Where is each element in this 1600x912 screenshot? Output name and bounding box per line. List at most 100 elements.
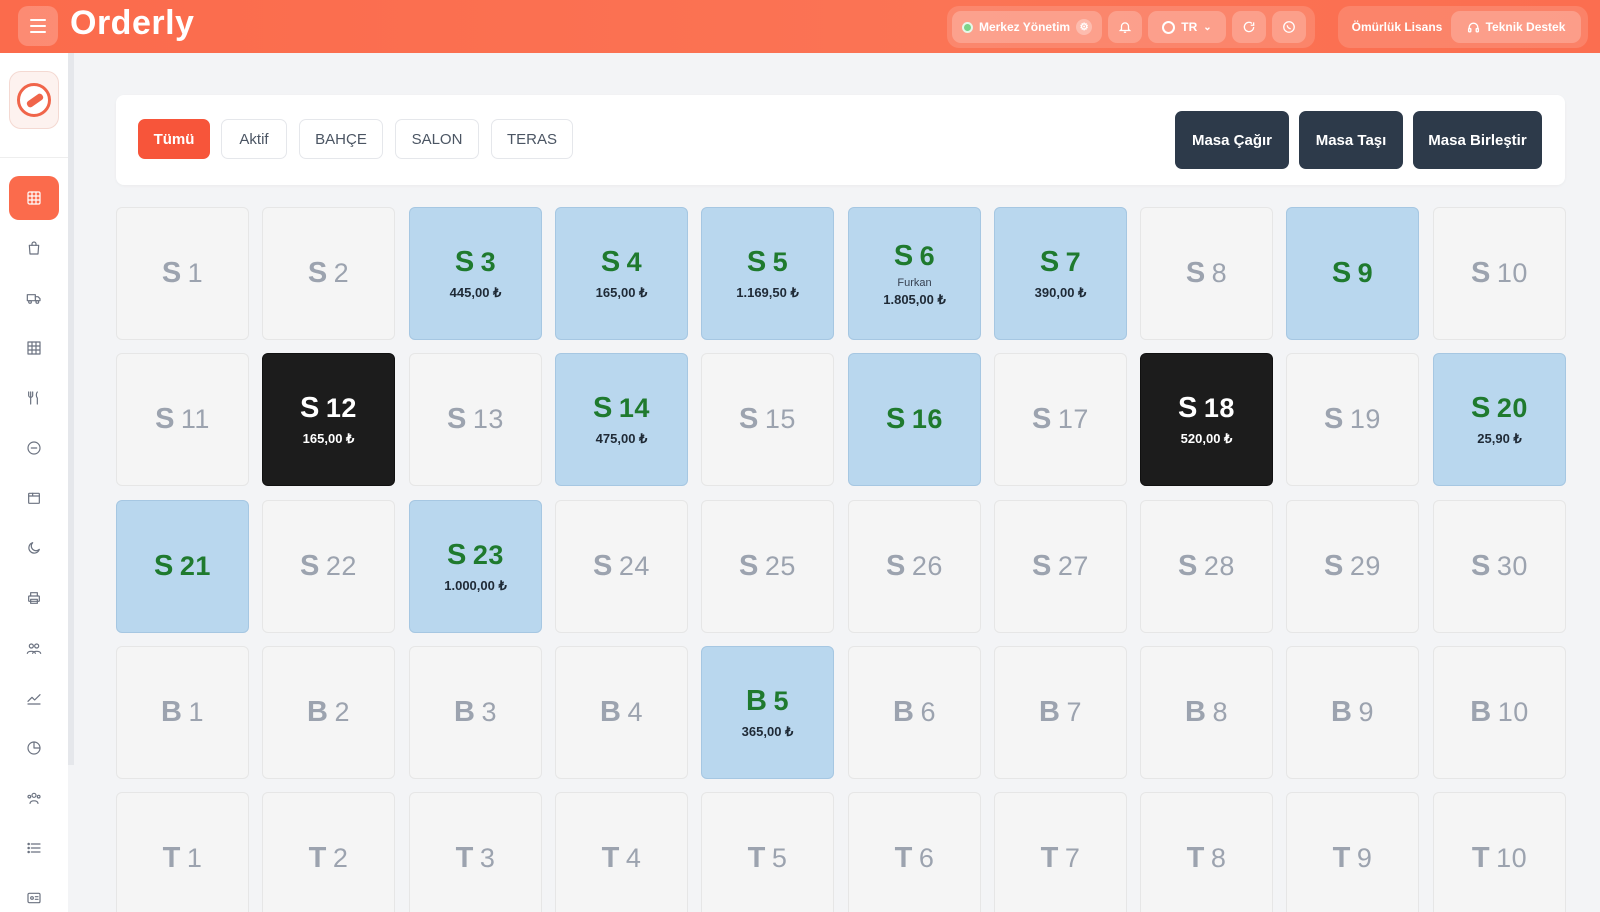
masa-cagir-button[interactable]: Masa Çağır: [1175, 111, 1289, 169]
sidebar-item-moon[interactable]: [9, 526, 59, 570]
table-tile-s23[interactable]: S 23 1.000,00 ₺: [409, 500, 542, 633]
table-tile-t4[interactable]: T4: [555, 792, 688, 912]
table-tile-s14[interactable]: S 14 475,00 ₺: [555, 353, 688, 486]
table-tile-t1[interactable]: T1: [116, 792, 249, 912]
table-name: B5: [746, 685, 789, 718]
table-tile-s12[interactable]: S 12 165,00 ₺: [262, 353, 395, 486]
table-tile-s18[interactable]: S 18 520,00 ₺: [1140, 353, 1273, 486]
table-prefix: S: [300, 392, 320, 424]
sidebar-item-list[interactable]: [9, 826, 59, 870]
sidebar-item-printer[interactable]: [9, 576, 59, 620]
sidebar-item-grid[interactable]: [9, 326, 59, 370]
table-tile-s28[interactable]: S 28: [1140, 500, 1273, 633]
table-tile-s15[interactable]: S 15: [701, 353, 834, 486]
table-tile-t7[interactable]: T7: [994, 792, 1127, 912]
table-tile-s4[interactable]: S 4 165,00 ₺: [555, 207, 688, 340]
table-tile-s19[interactable]: S 19: [1286, 353, 1419, 486]
filter-tab-tumu[interactable]: Tümü: [138, 119, 210, 159]
whatsapp-button[interactable]: [1272, 11, 1306, 43]
sidebar-item-team[interactable]: [9, 776, 59, 820]
table-tile-s6[interactable]: S 6 Furkan 1.805,00 ₺: [848, 207, 981, 340]
table-name: T9: [1333, 842, 1373, 875]
sidebar-item-shopping-bag[interactable]: [9, 226, 59, 270]
table-amount: 1.805,00 ₺: [883, 291, 946, 307]
license-label: Ömürlük Lisans: [1351, 20, 1443, 34]
table-tile-s11[interactable]: S 11: [116, 353, 249, 486]
table-guest-name: Furkan: [897, 276, 932, 289]
table-tile-t9[interactable]: T9: [1286, 792, 1419, 912]
support-button[interactable]: Teknik Destek: [1451, 11, 1581, 43]
table-prefix: S: [1032, 403, 1052, 435]
filter-tab-bahce[interactable]: BAHÇE: [299, 119, 383, 159]
table-number: 10: [1496, 843, 1528, 873]
table-tile-t5[interactable]: T5: [701, 792, 834, 912]
sidebar-item-pie-chart[interactable]: [9, 726, 59, 770]
sidebar-item-trend[interactable]: [9, 676, 59, 720]
table-prefix: S: [1324, 550, 1344, 582]
table-tile-b8[interactable]: B8: [1140, 646, 1273, 779]
table-tile-t8[interactable]: T8: [1140, 792, 1273, 912]
table-tile-s10[interactable]: S 10: [1433, 207, 1566, 340]
masa-birlestir-button[interactable]: Masa Birleştir: [1413, 111, 1542, 169]
table-tile-s3[interactable]: S 3 445,00 ₺: [409, 207, 542, 340]
table-tile-s1[interactable]: S1: [116, 207, 249, 340]
table-tile-s26[interactable]: S 26: [848, 500, 981, 633]
sidebar-scrollbar[interactable]: [68, 53, 74, 765]
table-tile-s7[interactable]: S 7 390,00 ₺: [994, 207, 1127, 340]
table-tile-b4[interactable]: B4: [555, 646, 688, 779]
table-amount: 475,00 ₺: [595, 431, 648, 446]
table-tile-b3[interactable]: B3: [409, 646, 542, 779]
table-tile-s30[interactable]: S 30: [1433, 500, 1566, 633]
sidebar-item-id-card[interactable]: [9, 876, 59, 912]
trend-icon: [27, 694, 41, 705]
table-tile-s16[interactable]: S 16: [848, 353, 981, 486]
table-name: T1: [163, 842, 203, 875]
sidebar-item-minus-circle[interactable]: [9, 426, 59, 470]
refresh-button[interactable]: [1232, 11, 1266, 43]
filter-tab-aktif[interactable]: Aktif: [221, 119, 287, 159]
table-tile-s17[interactable]: S 17: [994, 353, 1127, 486]
table-tile-s13[interactable]: S 13: [409, 353, 542, 486]
sidebar-item-package[interactable]: [9, 476, 59, 520]
table-prefix: S: [886, 403, 906, 435]
table-tile-s2[interactable]: S2: [262, 207, 395, 340]
sidebar-item-tables[interactable]: [9, 176, 59, 220]
table-tile-t6[interactable]: T6: [848, 792, 981, 912]
table-tile-s5[interactable]: S 5 1.169,50 ₺: [701, 207, 834, 340]
table-tile-t10[interactable]: T 10: [1433, 792, 1566, 912]
table-tile-s24[interactable]: S 24: [555, 500, 688, 633]
merkez-yonetim-button[interactable]: Merkez Yönetim ⚙: [952, 11, 1102, 43]
sidebar-item-delivery-truck[interactable]: [9, 276, 59, 320]
table-tile-b7[interactable]: B7: [994, 646, 1127, 779]
sidebar-item-users[interactable]: [9, 626, 59, 670]
table-tile-b10[interactable]: B 10: [1433, 646, 1566, 779]
language-select[interactable]: TR ⌄: [1148, 11, 1226, 43]
table-tile-b5[interactable]: B 5 365,00 ₺: [701, 646, 834, 779]
table-tile-s25[interactable]: S 25: [701, 500, 834, 633]
filter-tab-salon[interactable]: SALON: [395, 119, 479, 159]
masa-tasi-button[interactable]: Masa Taşı: [1299, 111, 1403, 169]
table-tile-s9[interactable]: S9: [1286, 207, 1419, 340]
table-number: 10: [1496, 258, 1528, 288]
app-logo-button[interactable]: [9, 71, 59, 129]
table-tile-s21[interactable]: S 21: [116, 500, 249, 633]
table-tile-s22[interactable]: S 22: [262, 500, 395, 633]
hamburger-menu-button[interactable]: [18, 6, 58, 46]
table-tile-b9[interactable]: B9: [1286, 646, 1419, 779]
table-tile-b2[interactable]: B2: [262, 646, 395, 779]
table-tile-s20[interactable]: S 20 25,90 ₺: [1433, 353, 1566, 486]
table-tile-b1[interactable]: B1: [116, 646, 249, 779]
table-tile-b6[interactable]: B6: [848, 646, 981, 779]
table-prefix: B: [1185, 696, 1207, 728]
sidebar-item-cutlery[interactable]: [9, 376, 59, 420]
table-tile-s8[interactable]: S8: [1140, 207, 1273, 340]
table-tile-s29[interactable]: S 29: [1286, 500, 1419, 633]
table-number: 4: [626, 247, 643, 277]
table-tile-s27[interactable]: S 27: [994, 500, 1127, 633]
table-tile-t2[interactable]: T2: [262, 792, 395, 912]
table-prefix: B: [893, 696, 915, 728]
list-icon: [27, 842, 41, 854]
table-tile-t3[interactable]: T3: [409, 792, 542, 912]
filter-tab-teras[interactable]: TERAS: [491, 119, 573, 159]
notifications-button[interactable]: [1108, 11, 1142, 43]
